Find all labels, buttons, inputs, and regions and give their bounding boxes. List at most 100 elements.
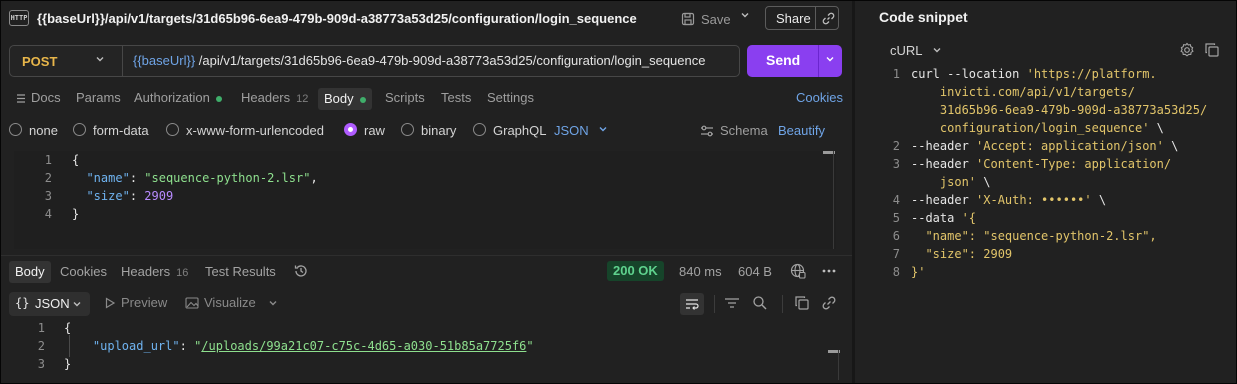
url-input[interactable]: {{baseUrl}} /api/v1/targets/31d65b96-6ea… [133, 53, 705, 68]
status-dot [215, 95, 222, 102]
visualize-label: Visualize [204, 295, 256, 310]
response-tab-cookies[interactable]: Cookies [60, 264, 107, 279]
play-icon [104, 297, 116, 309]
preview-button[interactable]: Preview [104, 295, 167, 310]
response-tab-test-results[interactable]: Test Results [205, 264, 276, 279]
line-number: 3 [892, 157, 900, 171]
snippet-code-line: json' \ [911, 175, 991, 189]
send-button[interactable]: Send [747, 45, 842, 77]
tab-tests[interactable]: Tests [441, 90, 471, 108]
radio-form-data[interactable] [73, 123, 86, 136]
save-button[interactable]: Save [681, 9, 731, 29]
send-label: Send [766, 52, 801, 68]
chevron-down-icon[interactable] [95, 54, 105, 64]
divider [122, 46, 123, 76]
snippet-language-select[interactable]: cURL [890, 43, 923, 58]
line-number: 1 [892, 67, 900, 81]
radio-urlencoded[interactable] [166, 123, 179, 136]
snippet-code-line: --data '{ [911, 211, 977, 225]
method-select[interactable]: POST [22, 54, 57, 69]
tab-docs[interactable]: Docs [16, 90, 61, 108]
chevron-down-icon [72, 299, 82, 309]
panel-divider[interactable] [852, 0, 855, 384]
copy-icon[interactable] [794, 295, 810, 311]
tab-headers-label: Headers [241, 90, 291, 105]
url-variable[interactable]: {{baseUrl}} [133, 53, 195, 68]
link-icon[interactable] [815, 7, 840, 29]
save-label: Save [701, 11, 731, 27]
scrollbar[interactable] [828, 350, 840, 380]
status-dot [359, 96, 366, 103]
share-button[interactable]: Share [765, 6, 839, 30]
line-number: 5 [892, 211, 900, 225]
divider [782, 295, 783, 313]
chevron-down-icon[interactable] [598, 124, 608, 134]
gear-icon[interactable] [1179, 42, 1195, 58]
url-path: /api/v1/targets/31d65b96-6ea9-479b-909d-… [198, 53, 706, 68]
radio-raw[interactable] [344, 123, 357, 136]
headers-count: 12 [296, 93, 309, 105]
request-body-editor[interactable]: 1 2 3 4 { "name": "sequence-python-2.lsr… [14, 151, 836, 249]
tab-params[interactable]: Params [76, 90, 121, 108]
tab-body[interactable]: Body [318, 88, 372, 110]
cookies-link[interactable]: Cookies [796, 90, 843, 105]
radio-graphql[interactable] [473, 123, 486, 136]
send-options-chevron-icon[interactable] [825, 54, 835, 64]
line-number: 2 [37, 339, 45, 353]
radio-raw-label[interactable]: raw [364, 123, 385, 138]
divider [714, 295, 715, 313]
schema-button[interactable]: Schema [700, 123, 768, 138]
response-body-viewer[interactable]: 1 2 3 { "upload_url": "/uploads/99a21c07… [14, 321, 836, 381]
response-format-select[interactable]: {} JSON [9, 292, 90, 316]
snippet-code-line: 31d65b96-6ea9-479b-909d-a38773a53d25/ [911, 103, 1208, 117]
line-number: 3 [44, 189, 52, 203]
code-line: "upload_url": "/uploads/99a21c07-c75c-4d… [92, 339, 534, 353]
save-icon [681, 12, 695, 26]
more-options-icon[interactable] [821, 263, 837, 279]
wrap-lines-icon[interactable] [680, 293, 704, 315]
radio-none-label[interactable]: none [29, 123, 58, 138]
code-line: { [64, 321, 72, 335]
filter-icon[interactable] [724, 296, 740, 310]
response-tab-headers[interactable]: Headers 16 [121, 264, 188, 279]
tab-authorization[interactable]: Authorization [134, 90, 222, 108]
scrollbar[interactable] [823, 151, 835, 249]
link-icon[interactable] [821, 295, 837, 311]
line-number: 2 [44, 171, 52, 185]
copy-icon[interactable] [1204, 42, 1220, 58]
radio-binary-label[interactable]: binary [421, 123, 456, 138]
radio-binary[interactable] [401, 123, 414, 136]
response-time[interactable]: 840 ms [679, 264, 722, 279]
save-options-chevron-icon[interactable] [740, 10, 750, 20]
radio-urlencoded-label[interactable]: x-www-form-urlencoded [186, 123, 324, 138]
status-badge[interactable]: 200 OK [607, 261, 664, 281]
tab-headers[interactable]: Headers 12 [241, 90, 308, 108]
code-snippet-body[interactable]: 1 curl --location 'https://platform. invi… [888, 67, 1228, 283]
search-icon[interactable] [752, 295, 768, 311]
body-size-value: 2909 [144, 189, 174, 203]
chevron-down-icon[interactable] [932, 45, 942, 55]
tab-docs-label: Docs [31, 90, 61, 105]
radio-none[interactable] [9, 123, 22, 136]
tab-authorization-label: Authorization [134, 90, 210, 105]
globe-icon[interactable] [790, 263, 806, 279]
body-name-value: "sequence-python-2.lsr" [144, 171, 311, 185]
response-tab-body[interactable]: Body [9, 261, 51, 283]
request-title[interactable]: {{baseUrl}}/api/v1/targets/31d65b96-6ea9… [37, 11, 637, 26]
history-icon[interactable] [293, 263, 309, 279]
line-number: 3 [37, 357, 45, 371]
code-line: "name": "sequence-python-2.lsr", [86, 171, 318, 185]
visualize-button[interactable]: Visualize [185, 295, 256, 310]
line-number: 1 [37, 321, 45, 335]
docs-icon [16, 93, 26, 104]
beautify-link[interactable]: Beautify [778, 123, 825, 138]
tab-settings[interactable]: Settings [487, 90, 534, 108]
upload-url-link[interactable]: /uploads/99a21c07-c75c-4d65-a030-51b85a7… [201, 339, 526, 353]
chevron-down-icon[interactable] [268, 298, 278, 308]
radio-form-data-label[interactable]: form-data [93, 123, 149, 138]
content-type-select[interactable]: JSON [554, 123, 589, 138]
response-size[interactable]: 604 B [738, 264, 772, 279]
tab-scripts[interactable]: Scripts [385, 90, 425, 108]
tab-body-label: Body [324, 91, 354, 106]
radio-graphql-label[interactable]: GraphQL [493, 123, 546, 138]
